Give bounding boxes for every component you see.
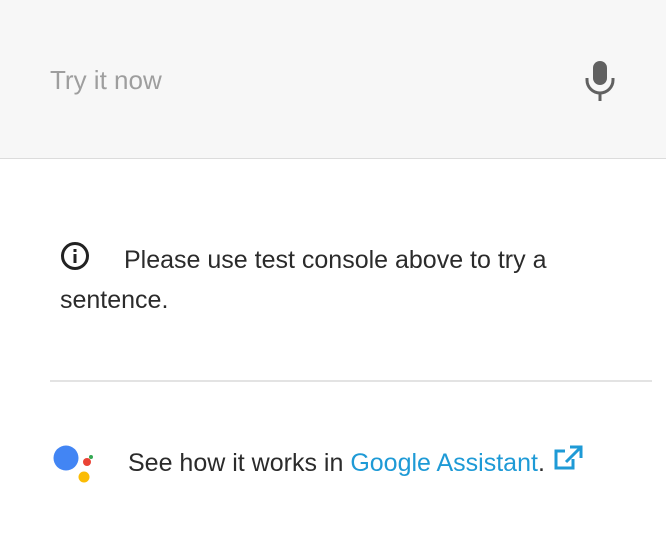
assistant-promo-prefix: See how it works in bbox=[128, 449, 351, 477]
try-it-input[interactable] bbox=[50, 60, 530, 100]
microphone-icon[interactable] bbox=[584, 60, 616, 102]
external-link-icon[interactable] bbox=[553, 445, 583, 473]
try-it-bar bbox=[0, 0, 666, 159]
info-icon bbox=[60, 241, 90, 271]
divider bbox=[50, 380, 652, 382]
google-assistant-link[interactable]: Google Assistant bbox=[350, 449, 538, 477]
assistant-promo-suffix: . bbox=[537, 449, 545, 477]
google-assistant-icon bbox=[52, 444, 96, 486]
info-message-text: Please use test console above to try a s… bbox=[60, 246, 547, 314]
info-message: Please use test console above to try a s… bbox=[60, 240, 620, 320]
assistant-promo: See how it works in Google Assistant. bbox=[128, 443, 583, 483]
